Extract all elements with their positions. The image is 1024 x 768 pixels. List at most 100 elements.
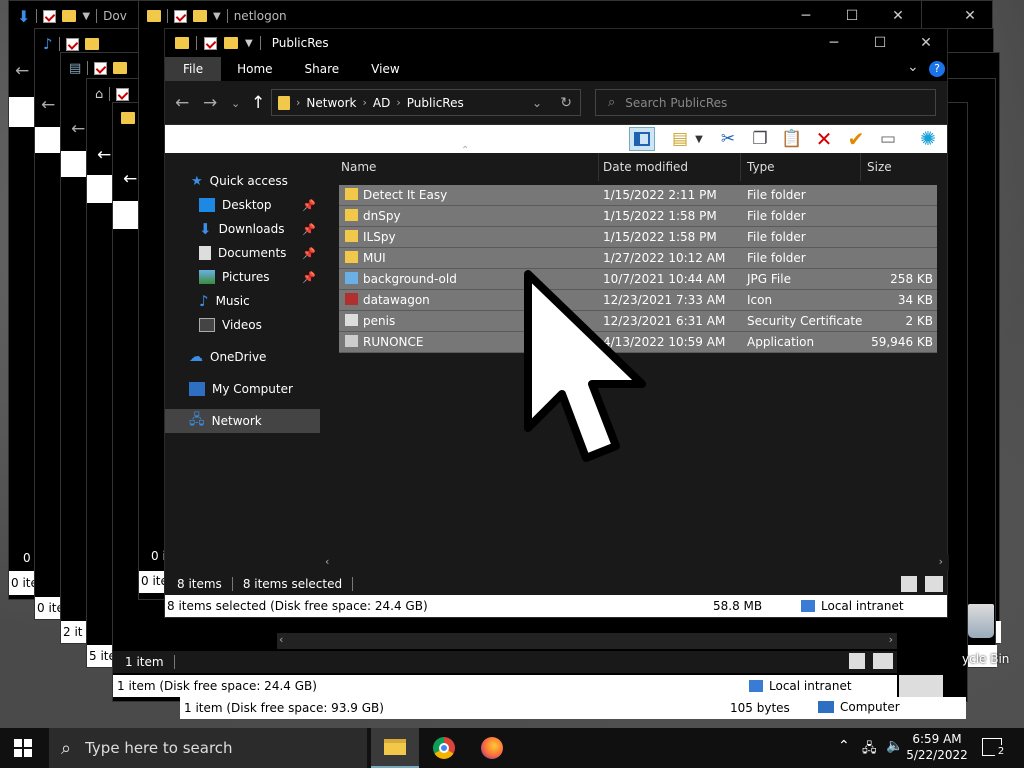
sidebar-item-desktop[interactable]: Desktop 📌 [165, 193, 320, 217]
file-row[interactable]: Detect It Easy 1/15/2022 2:11 PM File fold… [339, 185, 937, 206]
sidebar-item-pictures[interactable]: Pictures 📌 [165, 265, 320, 289]
file-row[interactable]: ILSpy 1/15/2022 1:58 PM File folder [339, 227, 937, 248]
large-icons-view-button[interactable] [925, 576, 943, 592]
file-row[interactable]: MUI 1/27/2022 10:12 AM File folder [339, 248, 937, 269]
help-icon[interactable]: ? [929, 61, 945, 77]
computer-icon [189, 382, 205, 396]
breadcrumb-ad[interactable]: AD [373, 96, 390, 110]
toolbar [61, 151, 87, 177]
sidebar-item-videos[interactable]: Videos [165, 313, 320, 337]
search-input[interactable]: ⌕ Search PublicRes [595, 89, 936, 116]
tab-view[interactable]: View [355, 57, 415, 81]
sidebar-item-quick-access[interactable]: ★ Quick access [165, 169, 320, 193]
back-arrow-icon[interactable]: ← [15, 61, 29, 81]
tab-share[interactable]: Share [289, 57, 356, 81]
sidebar-item-network[interactable]: 🖧 Network [165, 409, 320, 433]
pin-icon[interactable]: 📌 [302, 247, 316, 260]
sidebar-item-my-computer[interactable]: My Computer [165, 377, 320, 401]
chevron-down-icon[interactable]: ▼ [245, 38, 253, 49]
file-date: 1/15/2022 1:58 PM [603, 209, 717, 223]
sidebar-item-onedrive[interactable]: ☁ OneDrive [165, 345, 320, 369]
column-header-type[interactable]: Type [741, 153, 861, 181]
properties-icon[interactable] [204, 36, 217, 50]
back-arrow-icon[interactable]: ← [41, 95, 55, 115]
cut-icon[interactable]: ✂ [715, 127, 741, 151]
sidebar-item-music[interactable]: ♪ Music [165, 289, 320, 313]
details-view-button[interactable] [901, 576, 917, 592]
up-arrow-icon[interactable]: ↑ [251, 93, 265, 113]
maximize-button[interactable]: ☐ [829, 1, 875, 31]
chevron-down-icon[interactable]: ⌄ [532, 96, 542, 110]
divider [259, 36, 261, 50]
horizontal-scrollbar[interactable]: ‹ › [277, 633, 897, 649]
sidebar-item-documents[interactable]: Documents 📌 [165, 241, 320, 265]
document-icon [199, 246, 211, 260]
paste-icon[interactable]: 📋 [779, 127, 805, 151]
details-view-button[interactable] [849, 653, 865, 669]
status-size: 105 bytes [730, 701, 790, 715]
maximize-button[interactable]: ☐ [857, 29, 903, 57]
refresh-icon[interactable]: ↻ [560, 95, 572, 111]
title-bar[interactable]: ▼ PublicRes ─ ☐ ✕ [165, 29, 947, 57]
scroll-right-icon[interactable]: › [889, 633, 893, 646]
scroll-left-icon[interactable]: ‹ [325, 555, 329, 568]
pin-icon[interactable]: 📌 [302, 223, 316, 236]
back-arrow-icon[interactable]: ← [175, 93, 189, 113]
forward-arrow-icon[interactable]: → [203, 93, 217, 113]
preview-pane-button[interactable] [629, 127, 655, 151]
new-folder-button[interactable]: ▤ [667, 127, 693, 151]
back-arrow-icon[interactable]: ← [71, 119, 85, 139]
star-icon: ★ [191, 173, 203, 189]
column-header-size[interactable]: Size [861, 153, 947, 181]
properties-icon [116, 87, 130, 101]
recycle-bin-icon[interactable] [962, 600, 1002, 644]
close-button[interactable]: ✕ [903, 29, 949, 57]
column-header-date[interactable]: Date modified [599, 153, 741, 181]
check-icon[interactable]: ✔ [843, 127, 869, 151]
taskbar-search-input[interactable]: ⌕ Type here to search [49, 728, 367, 768]
scroll-left-icon[interactable]: ‹ [279, 633, 283, 646]
file-type: JPG File [747, 272, 791, 286]
pin-icon[interactable]: 📌 [302, 271, 316, 284]
window-app-icon: ▤ [69, 60, 82, 76]
back-arrow-icon[interactable]: ← [123, 169, 137, 189]
volume-icon[interactable]: 🔈 [886, 738, 903, 754]
firefox-taskbar-button[interactable] [468, 728, 516, 768]
chevron-up-icon[interactable]: ⌃ [838, 738, 850, 754]
scroll-right-icon[interactable]: › [939, 555, 943, 568]
chevron-down-icon[interactable]: ▼ [693, 127, 705, 151]
tab-file[interactable]: File [165, 57, 222, 81]
tab-home[interactable]: Home [221, 57, 288, 81]
back-arrow-icon[interactable]: ← [97, 145, 111, 165]
address-bar[interactable]: › Network › AD › PublicRes ⌄ ↻ [271, 89, 581, 116]
breadcrumb-publicres[interactable]: PublicRes [407, 96, 464, 110]
desktop-icon [199, 198, 215, 212]
new-folder-icon[interactable] [224, 37, 238, 49]
minimize-button[interactable]: ─ [783, 1, 829, 31]
file-explorer-taskbar-button[interactable] [371, 728, 419, 768]
sidebar-item-downloads[interactable]: ⬇ Downloads 📌 [165, 217, 320, 241]
windows-start-icon[interactable] [14, 739, 32, 757]
properties-icon[interactable]: ▭ [875, 127, 901, 151]
close-button[interactable]: ✕ [947, 1, 993, 31]
pin-icon[interactable]: 📌 [302, 199, 316, 212]
large-icons-view-button[interactable] [873, 653, 893, 669]
picture-icon [199, 270, 215, 284]
horizontal-scrollbar[interactable]: ‹ › [323, 555, 949, 571]
view-button[interactable] [921, 675, 943, 697]
file-row[interactable]: dnSpy 1/15/2022 1:58 PM File folder [339, 206, 937, 227]
chrome-icon [433, 737, 455, 759]
network-icon[interactable]: 🖧 [862, 739, 877, 761]
minimize-button[interactable]: ─ [811, 29, 857, 57]
chevron-down-icon[interactable]: ⌄ [907, 59, 919, 75]
column-header-name[interactable]: Name [323, 153, 599, 181]
chrome-taskbar-button[interactable] [420, 728, 468, 768]
breadcrumb-network[interactable]: Network [306, 96, 356, 110]
delete-icon[interactable]: ✕ [811, 127, 837, 151]
recent-locations-icon[interactable]: ⌄ [231, 97, 240, 110]
view-button[interactable] [899, 675, 921, 697]
close-button[interactable]: ✕ [875, 1, 921, 31]
clock[interactable]: 6:59 AM 5/22/2022 [904, 731, 970, 763]
globe-icon[interactable]: ✺ [915, 127, 941, 151]
copy-icon[interactable]: ❐ [747, 127, 773, 151]
